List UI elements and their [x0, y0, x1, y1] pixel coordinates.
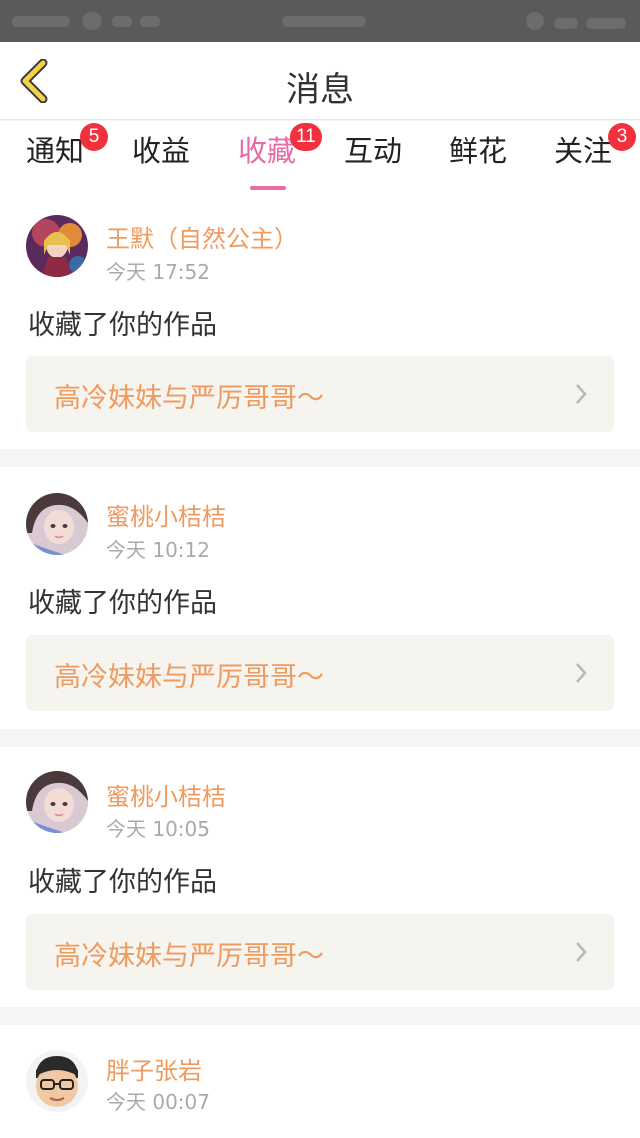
user-name[interactable]: 蜜桃小桔桔 [106, 777, 226, 812]
page-title: 消息 [286, 70, 354, 110]
tab-label: 收益 [132, 134, 191, 168]
nav-bar: 消息 [0, 42, 640, 120]
work-title: 高冷妹妹与严厉哥哥～ [54, 662, 324, 693]
status-bar [0, 0, 640, 42]
work-title: 高冷妹妹与严厉哥哥～ [54, 941, 324, 972]
action-text: 收藏了你的作品 [28, 588, 217, 619]
tab-badge: 5 [80, 123, 108, 151]
list-item: 蜜桃小桔桔 今天 10:05 收藏了你的作品 高冷妹妹与严厉哥哥～ [0, 747, 640, 1007]
tab-label: 关注 [554, 134, 613, 168]
action-text: 收藏了你的作品 [28, 867, 217, 898]
status-right-blur [526, 12, 626, 30]
work-title: 高冷妹妹与严厉哥哥～ [54, 383, 324, 414]
avatar[interactable] [26, 1050, 88, 1112]
timestamp: 今天 00:07 [106, 1090, 210, 1114]
tab-label: 通知 [26, 134, 85, 168]
chevron-right-icon [576, 942, 587, 962]
work-link[interactable]: 高冷妹妹与严厉哥哥～ [26, 914, 614, 990]
status-time-blur [282, 16, 366, 27]
user-name[interactable]: 王默（自然公主） [106, 219, 298, 254]
list-item: 胖子张岩 今天 00:07 [0, 1025, 640, 1138]
user-name[interactable]: 胖子张岩 [106, 1051, 202, 1086]
avatar[interactable] [26, 215, 88, 277]
tab-follow[interactable]: 关注 3 [554, 123, 636, 183]
tab-label: 鲜花 [449, 134, 508, 168]
tab-flowers[interactable]: 鲜花 [449, 131, 507, 183]
tab-earnings[interactable]: 收益 [132, 131, 190, 183]
tab-label: 互动 [344, 134, 403, 168]
status-left-blur [12, 10, 162, 32]
tab-label: 收藏 [238, 134, 297, 168]
tab-favorites[interactable]: 收藏 11 [238, 123, 322, 190]
tab-badge: 11 [290, 123, 322, 151]
tab-bar: 通知 5 收益 收藏 11 互动 鲜花 关注 3 [0, 121, 640, 193]
avatar[interactable] [26, 771, 88, 833]
timestamp: 今天 17:52 [106, 260, 210, 284]
list-item: 蜜桃小桔桔 今天 10:12 收藏了你的作品 高冷妹妹与严厉哥哥～ [0, 467, 640, 729]
action-text: 收藏了你的作品 [28, 310, 217, 341]
work-link[interactable]: 高冷妹妹与严厉哥哥～ [26, 356, 614, 432]
timestamp: 今天 10:12 [106, 538, 210, 562]
tab-notice[interactable]: 通知 5 [26, 123, 108, 183]
chevron-right-icon [576, 663, 587, 683]
timestamp: 今天 10:05 [106, 817, 210, 841]
active-tab-indicator [250, 186, 286, 190]
list-item: 王默（自然公主） 今天 17:52 收藏了你的作品 高冷妹妹与严厉哥哥～ [0, 193, 640, 449]
chevron-right-icon [576, 384, 587, 404]
tab-interaction[interactable]: 互动 [344, 131, 402, 183]
work-link[interactable]: 高冷妹妹与严厉哥哥～ [26, 635, 614, 711]
user-name[interactable]: 蜜桃小桔桔 [106, 497, 226, 532]
tab-badge: 3 [608, 123, 636, 151]
avatar[interactable] [26, 493, 88, 555]
